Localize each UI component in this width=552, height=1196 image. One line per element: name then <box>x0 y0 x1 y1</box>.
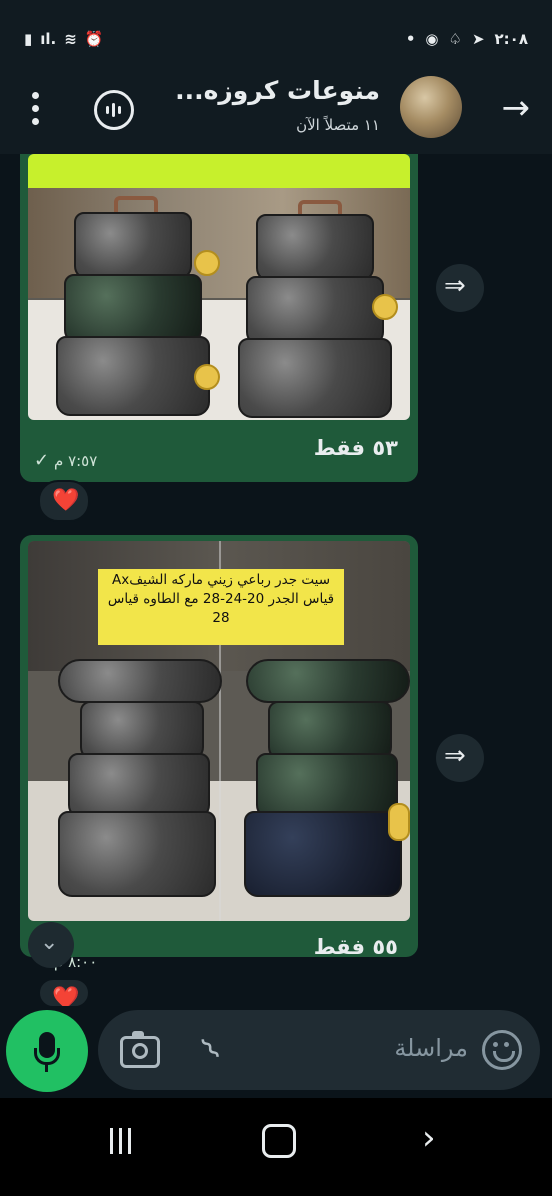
message-input[interactable]: ⌇ مراسلة <box>98 1010 540 1090</box>
arrow-right-icon[interactable]: → <box>502 88 531 128</box>
recent-apps-icon[interactable] <box>110 1128 131 1154</box>
alarm-icon: ⏰ <box>84 30 104 48</box>
forward-button[interactable]: ⇒ <box>436 264 484 312</box>
price-caption: ٥٥ فقط <box>313 935 398 959</box>
message-bubble[interactable]: ٥٣ فقط ٧:٥٧ م ✓ <box>20 154 418 482</box>
double-chevron-down-icon: ⌄ <box>40 930 59 955</box>
price-caption: ٥٣ فقط <box>313 436 398 460</box>
chat-header: → منوعات كروزه... ١١ متصلاً الآن <box>0 62 552 154</box>
sent-check-icon: ✓ <box>34 450 50 471</box>
snapchat-icon: ♤ <box>448 30 462 48</box>
avatar[interactable] <box>400 76 462 138</box>
telegram-icon: ➤ <box>471 30 485 48</box>
wifi-icon: ≋ <box>64 30 77 48</box>
accessibility-icon: ◉ <box>425 30 439 48</box>
signal-icon: ıl. <box>40 30 57 48</box>
more-vertical-icon[interactable] <box>32 92 40 125</box>
back-icon[interactable]: › <box>422 1118 436 1158</box>
product-description-line1: سيت جدر رباعي زيني ماركه الشيفAx <box>111 572 331 588</box>
chat-subtitle: ١١ متصلاً الآن <box>296 116 380 134</box>
forward-icon: ⇒ <box>444 741 466 771</box>
status-time: ٢:٠٨ <box>494 30 528 48</box>
message-time: ٧:٥٧ م <box>54 452 98 470</box>
system-navigation-bar: › <box>0 1098 552 1196</box>
status-icons-right: • ◉ ♤ ➤ ٢:٠٨ <box>406 30 528 48</box>
scroll-down-button[interactable]: ⌄ <box>28 922 74 968</box>
camera-icon[interactable] <box>120 1031 160 1068</box>
battery-icon: ▮ <box>24 30 33 48</box>
reaction-heart[interactable]: ❤️ <box>38 480 90 522</box>
attach-icon[interactable]: ⌇ <box>194 1031 228 1067</box>
pots-set-photo[interactable] <box>28 154 410 420</box>
status-icons-left: ▮ ıl. ≋ ⏰ <box>24 30 104 48</box>
forward-button[interactable]: ⇒ <box>436 734 484 782</box>
chat-title[interactable]: منوعات كروزه... <box>175 76 380 105</box>
mic-button[interactable] <box>6 1010 88 1092</box>
heart-icon: ❤️ <box>52 986 80 1008</box>
message-placeholder: مراسلة <box>394 1034 468 1062</box>
message-bubble[interactable]: سيت جدر رباعي زيني ماركه الشيفAx قياس ال… <box>20 535 418 971</box>
emoji-icon[interactable] <box>482 1030 522 1070</box>
forward-icon: ⇒ <box>444 271 466 301</box>
dot-icon: • <box>405 30 416 48</box>
heart-icon: ❤️ <box>52 488 80 513</box>
voice-chat-icon[interactable] <box>94 90 134 130</box>
pots-set-photo[interactable]: سيت جدر رباعي زيني ماركه الشيفAx قياس ال… <box>28 541 410 921</box>
home-icon[interactable] <box>262 1124 296 1158</box>
reaction-heart[interactable]: ❤️ <box>38 978 90 1008</box>
product-description-note: سيت جدر رباعي زيني ماركه الشيفAx قياس ال… <box>98 569 344 645</box>
product-description-line2: قياس الجدر 20-24-28 مع الطاوه قياس 28 <box>107 591 335 626</box>
